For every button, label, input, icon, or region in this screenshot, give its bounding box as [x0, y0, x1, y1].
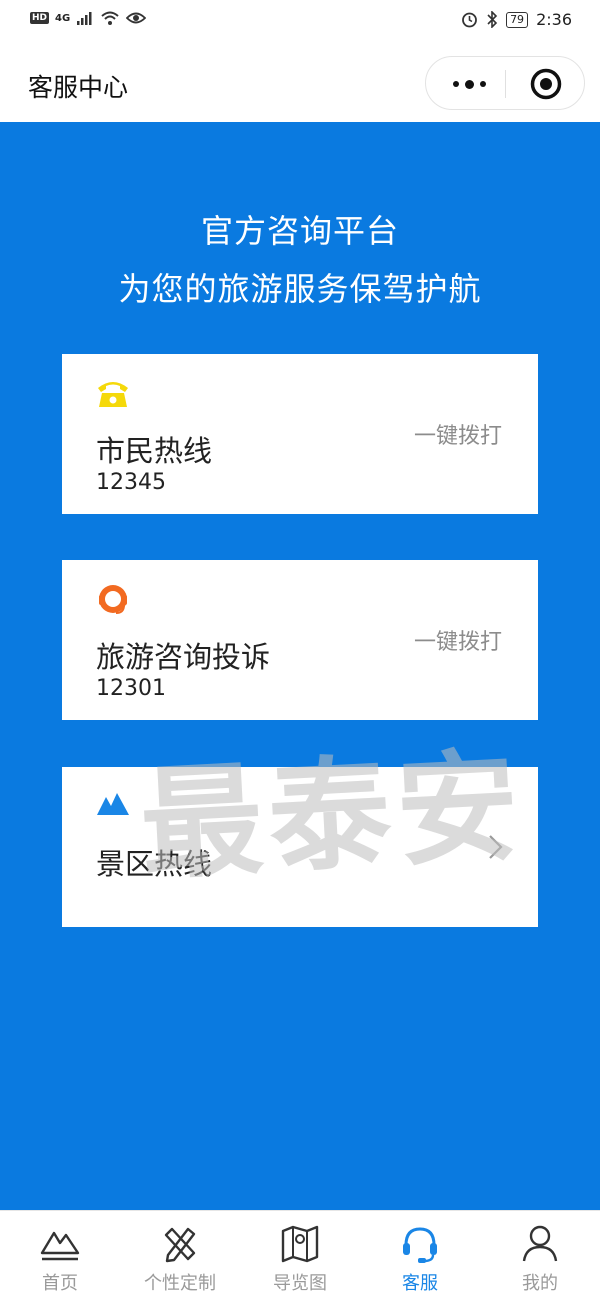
card-phone-number: 12345	[96, 470, 166, 495]
hero-title: 官方咨询平台	[200, 212, 399, 250]
tab-service[interactable]: 客服	[360, 1211, 480, 1300]
mountain-icon	[97, 793, 129, 815]
card-phone-number: 12301	[96, 676, 166, 701]
bottom-tab-bar: 首页 个性定制 导览图 客服 我的	[0, 1210, 600, 1300]
card-title: 旅游咨询投诉	[96, 640, 271, 674]
status-left: HD 4G	[30, 10, 147, 26]
wifi-icon	[101, 11, 119, 25]
hotline-card-citizen[interactable]: 市民热线 12345 一键拨打	[62, 354, 538, 514]
user-icon	[522, 1225, 558, 1262]
status-right: 79 2:36	[461, 10, 572, 29]
signal-icon	[77, 12, 92, 25]
eye-icon	[126, 12, 147, 24]
battery-icon: 79	[506, 11, 529, 28]
network-type: 4G	[55, 12, 71, 24]
headset-icon	[403, 1227, 437, 1263]
tab-label: 首页	[42, 1273, 78, 1294]
tab-label: 导览图	[273, 1273, 327, 1294]
mini-program-capsule	[425, 56, 585, 110]
one-click-dial-button[interactable]: 一键拨打	[414, 418, 502, 450]
one-click-dial-button[interactable]: 一键拨打	[414, 624, 502, 656]
tab-map[interactable]: 导览图	[240, 1211, 360, 1300]
close-target-icon[interactable]	[529, 67, 563, 101]
tab-customize[interactable]: 个性定制	[120, 1211, 240, 1300]
navigation-bar: 客服中心	[0, 42, 600, 122]
tab-profile[interactable]: 我的	[480, 1211, 600, 1300]
more-dots-icon[interactable]	[446, 70, 492, 98]
hd-badge: HD	[30, 12, 50, 24]
clock-time: 2:36	[536, 10, 572, 29]
tab-label: 个性定制	[144, 1273, 216, 1294]
map-pin-icon	[281, 1225, 319, 1263]
home-mountain-icon	[40, 1231, 80, 1261]
status-bar: HD 4G 79 2:36	[0, 0, 600, 42]
card-title: 景区热线	[96, 847, 213, 881]
pencil-ruler-icon	[164, 1227, 196, 1263]
tab-label: 客服	[402, 1273, 438, 1294]
card-title: 市民热线	[96, 434, 213, 468]
hotline-card-tourism[interactable]: 旅游咨询投诉 12301 一键拨打	[62, 560, 538, 720]
main-content: 官方咨询平台 为您的旅游服务保驾护航 市民热线 12345 一键拨打 旅游咨询投…	[0, 122, 600, 1210]
page-title: 客服中心	[28, 73, 129, 102]
chevron-right-icon	[489, 835, 503, 859]
telephone-icon	[98, 382, 128, 407]
tab-home[interactable]: 首页	[0, 1211, 120, 1300]
headset-agent-icon	[99, 585, 127, 614]
tab-label: 我的	[522, 1273, 558, 1294]
hero-subtitle: 为您的旅游服务保驾护航	[118, 270, 482, 308]
capsule-divider	[505, 70, 506, 98]
bluetooth-icon	[487, 11, 498, 28]
hotline-card-scenic[interactable]: 景区热线	[62, 767, 538, 927]
alarm-icon	[462, 12, 477, 28]
